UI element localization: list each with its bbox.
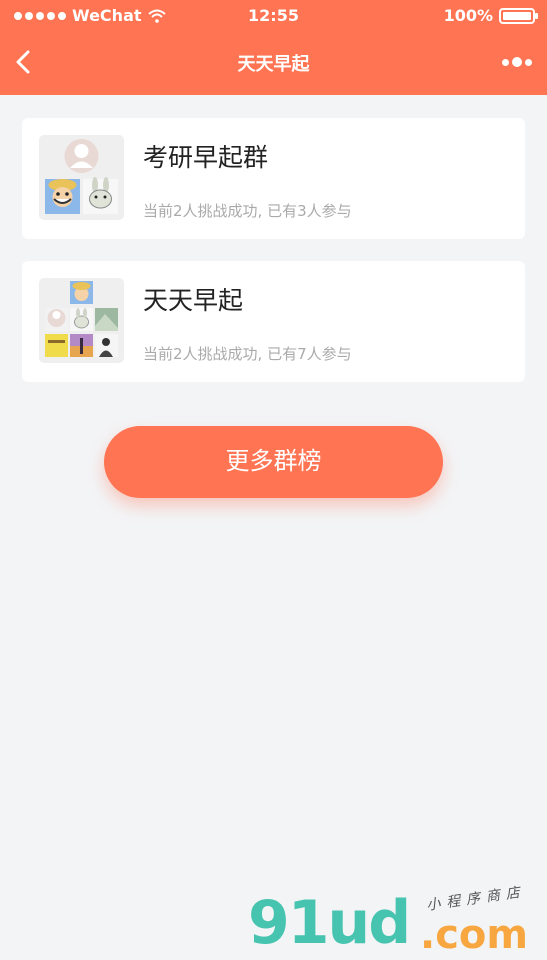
group-avatar-collage <box>45 139 118 214</box>
more-dot <box>512 57 522 67</box>
watermark-suffix: .com <box>420 912 529 958</box>
status-bar: WeChat 12:55 100% <box>0 0 547 32</box>
group-name: 天天早起 <box>143 286 244 315</box>
group-name: 考研早起群 <box>143 143 269 172</box>
battery-icon <box>499 7 538 24</box>
watermark-tagline: 小程序商店 <box>425 884 527 914</box>
group-summary: 当前2人挑战成功, 已有7人参与 <box>143 345 352 363</box>
watermark-logo: 小程序商店 91ud .com <box>248 884 547 960</box>
nav-bar: 天天早起 <box>0 40 547 84</box>
group-summary: 当前2人挑战成功, 已有3人参与 <box>143 202 352 220</box>
group-card[interactable]: 天天早起 当前2人挑战成功, 已有7人参与 <box>22 261 525 382</box>
page-title: 天天早起 <box>237 54 310 75</box>
more-group-rankings-button[interactable]: 更多群榜 <box>104 426 443 498</box>
battery-info: 100% <box>443 6 538 25</box>
group-card[interactable]: 考研早起群 当前2人挑战成功, 已有3人参与 <box>22 118 525 239</box>
more-dot <box>502 58 509 66</box>
watermark-main: 91ud <box>248 888 411 958</box>
more-dot <box>525 58 532 66</box>
more-button[interactable] <box>499 52 535 72</box>
group-avatar <box>39 278 124 363</box>
app-header: WeChat 12:55 100% 天天早起 <box>0 0 547 95</box>
group-avatar <box>39 135 124 220</box>
group-avatar-collage <box>45 281 118 357</box>
battery-percent: 100% <box>443 6 493 25</box>
